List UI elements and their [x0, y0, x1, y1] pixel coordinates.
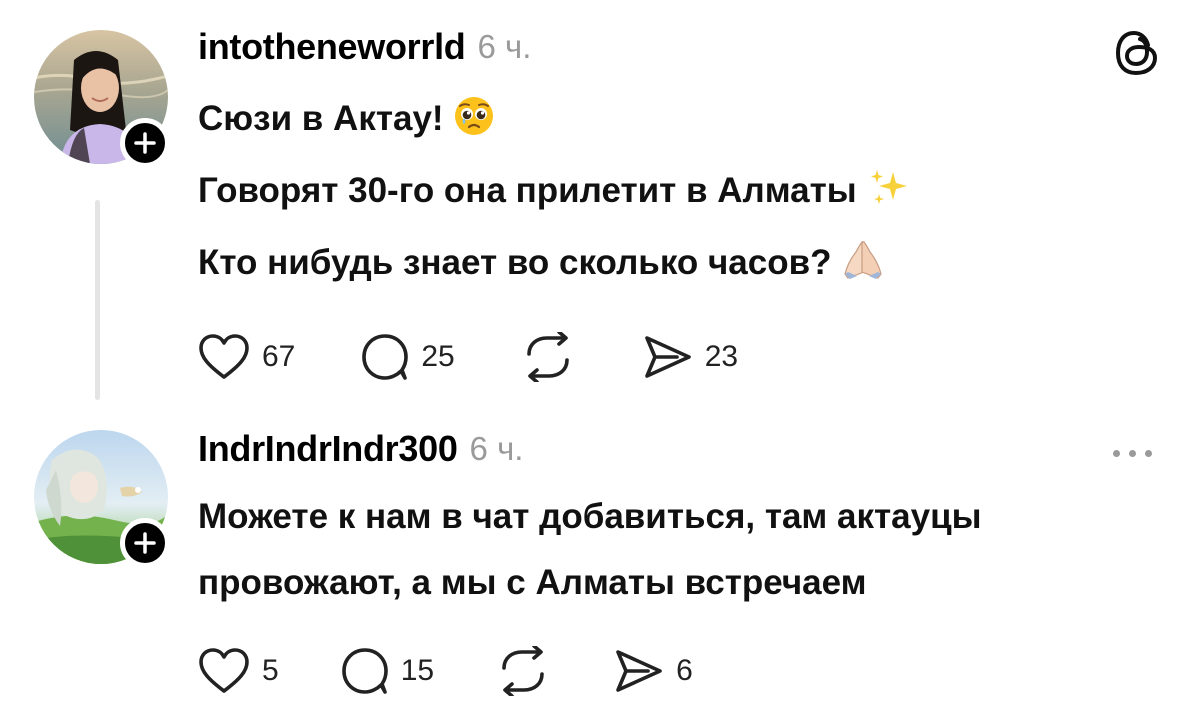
post-header: IndrIndrIndr300 6 ч.	[198, 424, 1160, 474]
reply-button[interactable]: 15	[341, 647, 434, 695]
post-actions: 67 25 23	[198, 332, 1160, 382]
text-line: Говорят 30-го она прилетит в Алматы	[198, 158, 1160, 230]
heart-icon	[199, 648, 249, 693]
repost-button[interactable]	[496, 646, 550, 696]
timestamp: 6 ч.	[477, 28, 532, 65]
text-line: Сюзи в Актау!	[198, 86, 1160, 158]
like-count: 5	[262, 654, 279, 687]
post: IndrIndrIndr300 6 ч. Можете к нам в чат …	[0, 410, 1200, 725]
username[interactable]: intotheneworrld	[198, 26, 466, 68]
text-line: Можете к нам в чат добавиться, там актау…	[198, 497, 982, 536]
send-icon	[644, 336, 691, 378]
plus-icon	[134, 132, 156, 154]
pleading-face-emoji	[454, 92, 494, 158]
post-content: IndrIndrIndr300 6 ч. Можете к нам в чат …	[198, 424, 1160, 696]
avatar-container[interactable]	[34, 430, 170, 568]
reply-count: 15	[400, 654, 435, 687]
follow-button[interactable]	[120, 118, 170, 168]
post-actions: 5 15 6	[198, 646, 1160, 696]
text-line: провожают, а мы с Алматы встречаем	[198, 563, 867, 602]
repost-icon	[526, 332, 569, 382]
post-content: intotheneworrld 6 ч. Сюзи в Актау! Говор…	[198, 22, 1160, 382]
sparkles-emoji	[867, 164, 909, 230]
like-button[interactable]: 5	[198, 647, 279, 695]
comment-icon	[341, 648, 388, 694]
reply-button[interactable]: 25	[361, 333, 455, 381]
repost-button[interactable]	[521, 332, 575, 382]
follow-button[interactable]	[120, 518, 170, 568]
like-count: 67	[262, 340, 296, 373]
more-options-icon[interactable]	[1113, 450, 1152, 457]
comment-icon	[362, 334, 409, 380]
username[interactable]: IndrIndrIndr300	[198, 428, 458, 470]
heart-icon	[199, 334, 249, 379]
reply-count: 25	[421, 340, 455, 373]
post-header: intotheneworrld 6 ч.	[198, 22, 1160, 72]
avatar-container[interactable]	[34, 30, 170, 168]
share-count: 23	[704, 340, 739, 373]
plus-icon	[134, 532, 156, 554]
folded-hands-emoji	[842, 236, 884, 302]
text-line: Кто нибудь знает во сколько часов?	[198, 230, 1160, 302]
post-text: Можете к нам в чат добавиться, там актау…	[198, 484, 1160, 616]
thread-connector-line	[95, 200, 100, 400]
share-button[interactable]: 23	[641, 334, 738, 380]
share-count: 6	[676, 654, 693, 687]
post-text: Сюзи в Актау! Говорят 30-го она прилетит…	[198, 86, 1160, 302]
like-button[interactable]: 67	[198, 333, 295, 381]
share-button[interactable]: 6	[612, 648, 693, 694]
threads-logo-icon[interactable]	[1114, 28, 1160, 78]
post: intotheneworrld 6 ч. Сюзи в Актау! Говор…	[0, 0, 1200, 410]
timestamp: 6 ч.	[469, 430, 524, 467]
repost-icon	[502, 646, 544, 696]
send-icon	[616, 650, 662, 692]
